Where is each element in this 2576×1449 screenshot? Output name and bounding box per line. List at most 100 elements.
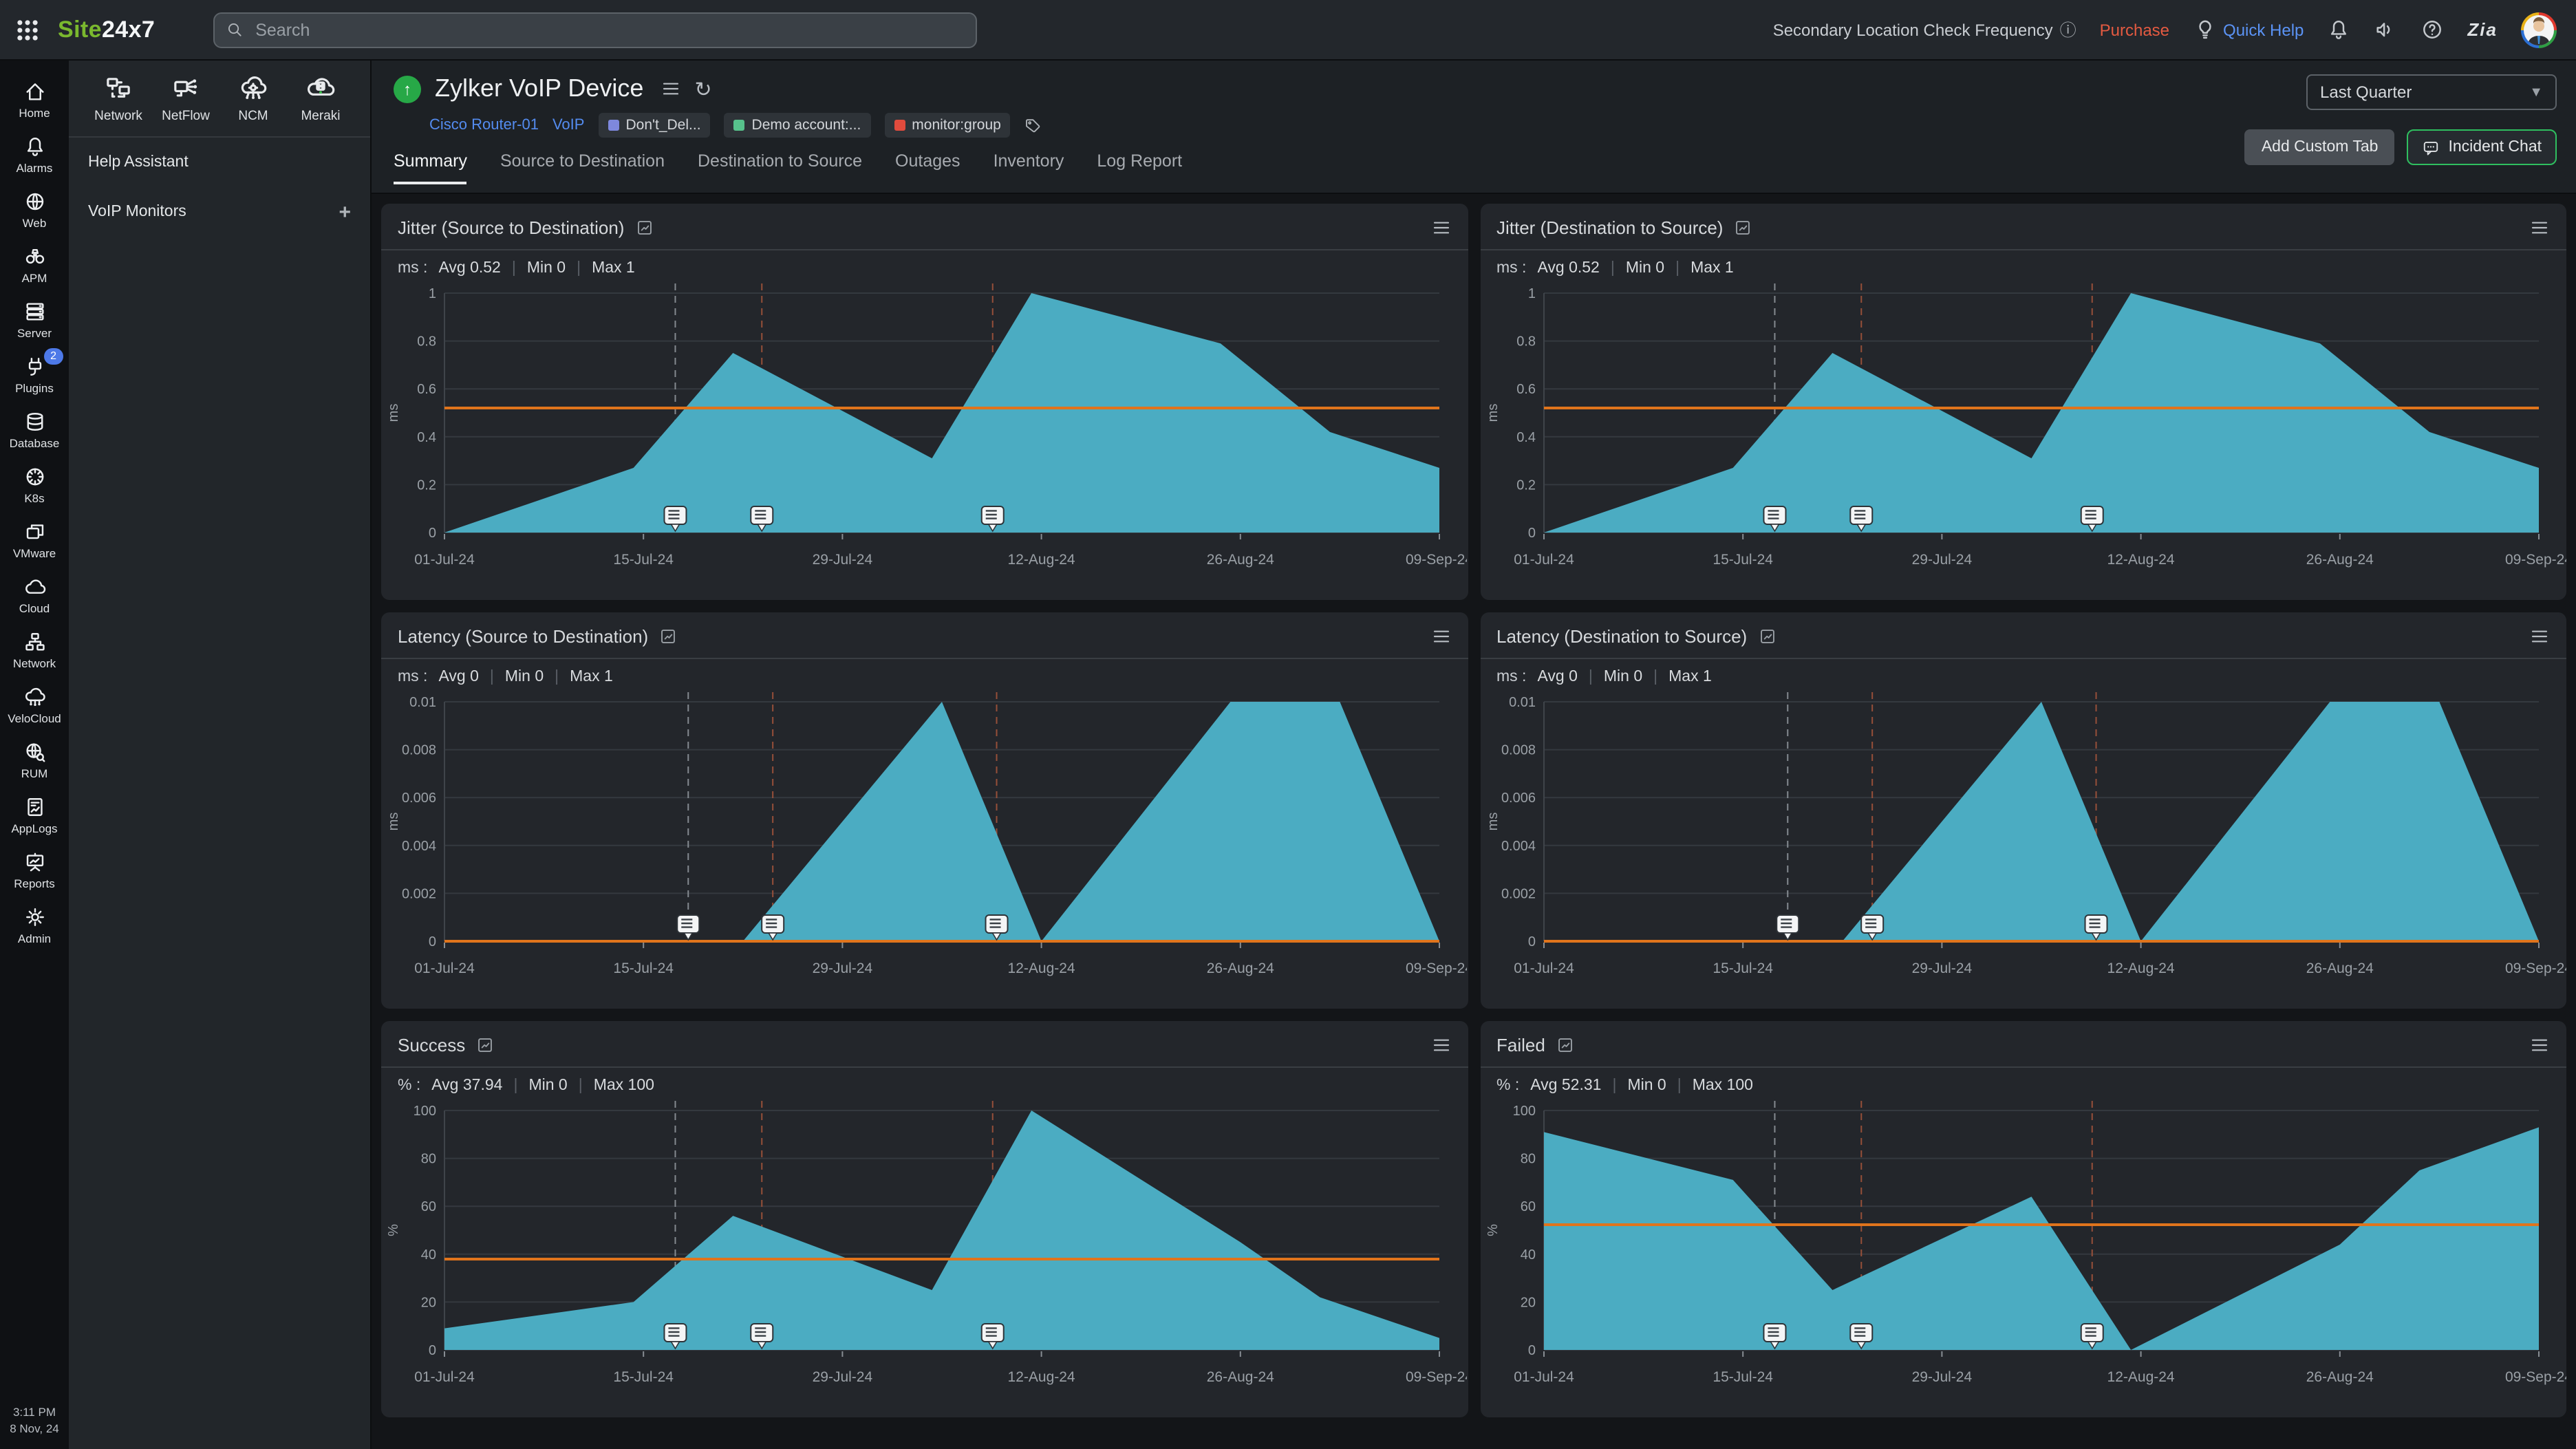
rail-item-label: Database <box>10 436 60 449</box>
expand-chart-icon[interactable] <box>476 1036 494 1054</box>
help-question-icon[interactable] <box>2421 18 2444 41</box>
tag-chip-2[interactable]: monitor:group <box>884 113 1011 138</box>
meraki-icon <box>305 74 336 105</box>
sidebar-item-plugins[interactable]: Plugins2 <box>0 347 69 402</box>
tag-chip-0[interactable]: Don't_Del... <box>598 113 710 138</box>
area-chart[interactable]: 00.20.40.60.8101-Jul-2415-Jul-2429-Jul-2… <box>1480 277 2566 574</box>
tab-log-report[interactable]: Log Report <box>1097 151 1182 184</box>
annotation-bubble-icon[interactable] <box>1776 915 1798 940</box>
tag-icon[interactable] <box>1024 116 1042 134</box>
vmware-icon <box>23 519 46 543</box>
refresh-icon[interactable]: ↻ <box>694 76 711 101</box>
expand-chart-icon[interactable] <box>1556 1036 1574 1054</box>
area-chart[interactable]: 02040608010001-Jul-2415-Jul-2429-Jul-241… <box>1480 1094 2566 1391</box>
panel-menu-icon[interactable] <box>1430 626 1451 647</box>
expand-chart-icon[interactable] <box>659 627 677 645</box>
chart-panel-failed: Failed% :Avg 52.31|Min 0|Max 10002040608… <box>1480 1021 2566 1417</box>
sidebar-item-network[interactable]: Network <box>0 622 69 677</box>
add-monitor-plus-icon[interactable]: + <box>339 200 351 224</box>
stats-max: Max 100 <box>594 1077 654 1094</box>
tool-meraki[interactable]: Meraki <box>288 74 354 124</box>
title-menu-icon[interactable] <box>660 78 680 99</box>
svg-text:0.4: 0.4 <box>1516 430 1535 445</box>
tab-inventory[interactable]: Inventory <box>994 151 1064 184</box>
monitor-type-link[interactable]: VoIP <box>552 117 585 133</box>
search-input[interactable] <box>253 19 964 41</box>
sidebar-item-database[interactable]: Database <box>0 402 69 457</box>
expand-chart-icon[interactable] <box>635 219 653 237</box>
sidebar-item-alarms[interactable]: Alarms <box>0 127 69 182</box>
tool-ncm[interactable]: NCM <box>220 74 286 124</box>
period-select[interactable]: Last Quarter▼ <box>2306 74 2557 110</box>
svg-text:0.008: 0.008 <box>1501 743 1535 758</box>
area-chart[interactable]: 00.0020.0040.0060.0080.0101-Jul-2415-Jul… <box>381 685 1467 983</box>
area-chart[interactable]: 00.0020.0040.0060.0080.0101-Jul-2415-Jul… <box>1480 685 2566 983</box>
chart-panel-jitter-destination-to-source: Jitter (Destination to Source)ms :Avg 0.… <box>1480 204 2566 600</box>
svg-text:29-Jul-24: 29-Jul-24 <box>813 1369 873 1385</box>
sidebar-item-applogs[interactable]: AppLogs <box>0 787 69 842</box>
sidebar-item-home[interactable]: Home <box>0 72 69 127</box>
sidebar-item-server[interactable]: Server <box>0 292 69 347</box>
user-avatar[interactable] <box>2521 12 2557 47</box>
tool-netflow[interactable]: NetFlow <box>153 74 219 124</box>
chevron-down-icon: ▼ <box>2529 85 2543 100</box>
purchase-link[interactable]: Purchase <box>2100 20 2169 39</box>
incident-chat-button[interactable]: Incident Chat <box>2407 129 2557 165</box>
tag-chip-1[interactable]: Demo account:... <box>724 113 871 138</box>
tab-summary[interactable]: Summary <box>394 151 467 184</box>
sidebar-item-vmware[interactable]: VMware <box>0 512 69 567</box>
panel-menu-icon[interactable] <box>1430 1035 1451 1055</box>
chart-panel-latency-destination-to-source: Latency (Destination to Source)ms :Avg 0… <box>1480 612 2566 1009</box>
sidebar-item-help-assistant[interactable]: Help Assistant <box>69 138 370 187</box>
expand-chart-icon[interactable] <box>1758 627 1776 645</box>
sidebar-item-cloud[interactable]: Cloud <box>0 567 69 622</box>
quick-help-link[interactable]: Quick Help <box>2193 18 2304 41</box>
svg-text:0: 0 <box>1527 1343 1535 1358</box>
panel-menu-icon[interactable] <box>1430 217 1451 238</box>
svg-text:09-Sep-24: 09-Sep-24 <box>1406 552 1467 568</box>
zia-icon[interactable]: Zia <box>2467 19 2498 40</box>
panel-menu-icon[interactable] <box>2529 626 2550 647</box>
rail-item-label: VeloCloud <box>8 711 61 724</box>
stats-min: Min 0 <box>527 260 566 277</box>
stats-max: Max 1 <box>1668 669 1712 685</box>
sidebar-item-rum[interactable]: RUM <box>0 732 69 787</box>
svg-text:0.002: 0.002 <box>1501 886 1535 901</box>
sidebar-item-k8s[interactable]: K8s <box>0 457 69 512</box>
sidebar-item-web[interactable]: Web <box>0 182 69 237</box>
notifications-bell-icon[interactable] <box>2327 18 2350 41</box>
panel-menu-icon[interactable] <box>2529 1035 2550 1055</box>
stats-max: Max 1 <box>570 669 613 685</box>
device-link[interactable]: Cisco Router-01 <box>429 117 539 133</box>
area-chart[interactable]: 00.20.40.60.8101-Jul-2415-Jul-2429-Jul-2… <box>381 277 1467 574</box>
plugins-icon <box>23 354 46 378</box>
tag-color-swatch <box>734 120 745 131</box>
tab-destination-to-source[interactable]: Destination to Source <box>698 151 862 184</box>
database-icon <box>23 409 46 433</box>
app-grid-icon[interactable] <box>14 16 41 43</box>
sidebar-item-voip-monitors[interactable]: VoIP Monitors+ <box>69 187 370 237</box>
annotation-bubble-icon[interactable] <box>677 915 699 940</box>
chart-panel-latency-source-to-destination: Latency (Source to Destination)ms :Avg 0… <box>381 612 1468 1009</box>
sidebar-item-apm[interactable]: APM <box>0 237 69 292</box>
svg-text:15-Jul-24: 15-Jul-24 <box>613 552 674 568</box>
tab-outages[interactable]: Outages <box>895 151 960 184</box>
sidebar-item-admin[interactable]: Admin <box>0 897 69 952</box>
stats-unit: ms : <box>398 260 427 277</box>
area-chart[interactable]: 02040608010001-Jul-2415-Jul-2429-Jul-241… <box>381 1094 1467 1391</box>
global-search[interactable] <box>213 12 976 47</box>
tool-network[interactable]: Network <box>85 74 151 124</box>
panel-menu-icon[interactable] <box>2529 217 2550 238</box>
sidebar-item-reports[interactable]: Reports <box>0 842 69 897</box>
sidebar-item-velocloud[interactable]: VeloCloud <box>0 677 69 732</box>
tab-source-to-destination[interactable]: Source to Destination <box>500 151 665 184</box>
svg-text:100: 100 <box>414 1104 436 1119</box>
add-custom-tab-button[interactable]: Add Custom Tab <box>2245 129 2395 165</box>
svg-text:09-Sep-24: 09-Sep-24 <box>2504 960 2566 976</box>
announcements-megaphone-icon[interactable] <box>2374 18 2397 41</box>
expand-chart-icon[interactable] <box>1734 219 1752 237</box>
info-icon[interactable]: ⓘ <box>2060 18 2076 41</box>
svg-text:26-Aug-24: 26-Aug-24 <box>1207 552 1274 568</box>
site24x7-logo[interactable]: Site24x7 <box>58 16 155 43</box>
search-icon <box>225 21 243 39</box>
